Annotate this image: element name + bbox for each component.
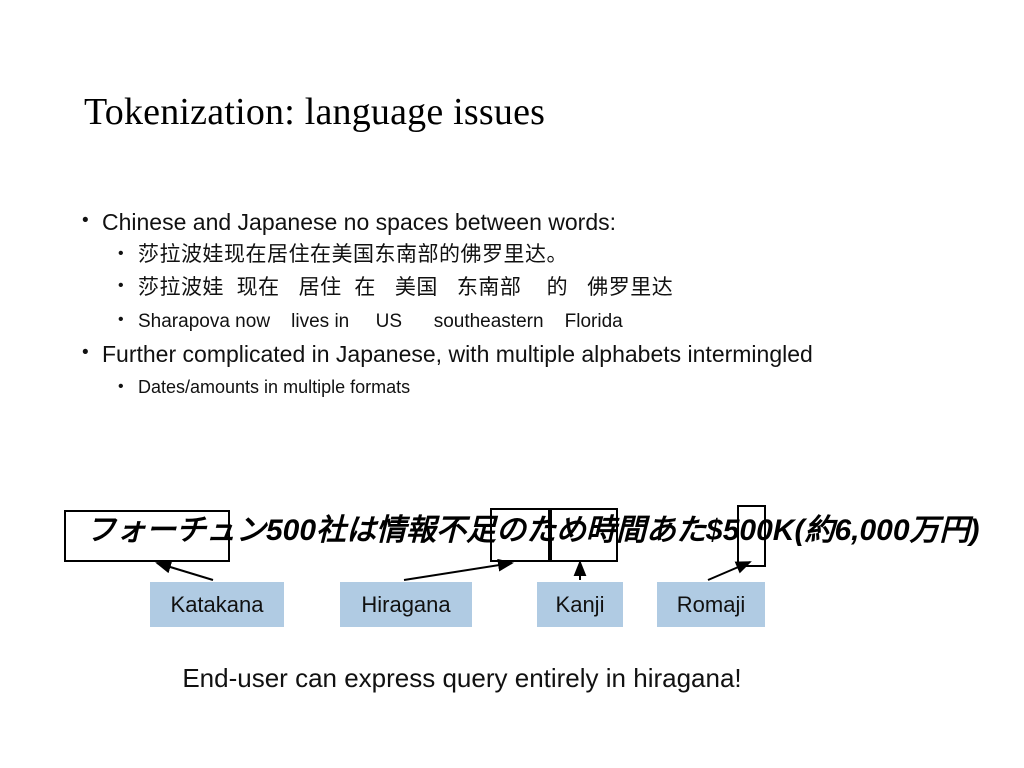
label-kanji: Kanji bbox=[537, 582, 623, 627]
bullet-dates-amounts: Dates/amounts in multiple formats bbox=[116, 371, 960, 402]
bullet-chinese-unsegmented: 莎拉波娃现在居住在美国东南部的佛罗里达。 bbox=[116, 238, 960, 271]
japanese-example-diagram: フォーチュン500社は情報不足のため時間あた$500K(約6,000万円) Ka… bbox=[0, 496, 1024, 656]
label-hiragana: Hiragana bbox=[340, 582, 472, 627]
bullet-english-gloss: Sharapova now lives in US southeastern F… bbox=[116, 304, 960, 338]
page-title: Tokenization: language issues bbox=[84, 91, 546, 133]
label-romaji: Romaji bbox=[657, 582, 765, 627]
bullet-chinese-japanese-no-spaces: Chinese and Japanese no spaces between w… bbox=[80, 205, 960, 238]
arrow-hiragana bbox=[403, 558, 514, 581]
japanese-example-sentence: フォーチュン500社は情報不足のため時間あた$500K(約6,000万円) bbox=[86, 514, 980, 547]
bullet-chinese-segmented: 莎拉波娃 现在 居住 在 美国 东南部 的 佛罗里达 bbox=[116, 270, 960, 305]
bullet-list: Chinese and Japanese no spaces between w… bbox=[80, 205, 960, 402]
slide-canvas: Tokenization: language issues Chinese an… bbox=[0, 0, 1024, 768]
arrow-katakana bbox=[155, 560, 214, 581]
bullet-further-complicated: Further complicated in Japanese, with mu… bbox=[80, 337, 832, 371]
footer-note: End-user can express query entirely in h… bbox=[182, 663, 742, 693]
label-katakana: Katakana bbox=[150, 582, 284, 627]
